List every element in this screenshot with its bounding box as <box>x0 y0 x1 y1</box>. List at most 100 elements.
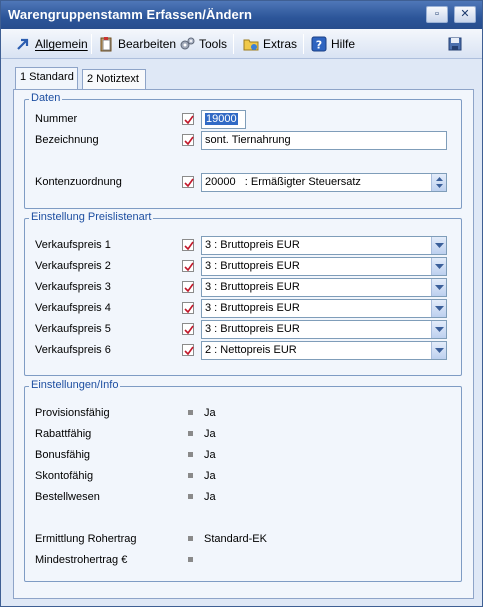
edit-check-icon <box>182 302 194 314</box>
floppy-disk-icon <box>447 36 463 52</box>
bezeichnung-input[interactable]: sont. Tiernahrung <box>201 131 447 150</box>
info-label: Rabattfähig <box>35 428 92 440</box>
verkaufspreis-label: Verkaufspreis 1 <box>35 239 111 251</box>
verkaufspreis-select[interactable]: 3 : Bruttopreis EUR <box>201 299 447 318</box>
bullet-icon <box>188 536 193 541</box>
info-label: Bonusfähig <box>35 449 91 461</box>
info-label: Provisionsfähig <box>35 407 110 419</box>
konten-spin-button[interactable] <box>431 174 446 191</box>
verkaufspreis-value: 3 : Bruttopreis EUR <box>205 323 300 335</box>
konten-value: 20000 : Ermäßigter Steuersatz <box>205 176 361 188</box>
menu-hilfe[interactable]: ? Hilfe <box>311 36 355 52</box>
group-preislistenart-title: Einstellung Preislistenart <box>29 211 154 223</box>
edit-check-icon <box>182 176 194 188</box>
close-button[interactable]: ✕ <box>454 6 476 23</box>
window-title: Warengruppenstamm Erfassen/Ändern <box>8 7 253 22</box>
konten-label: Kontenzuordnung <box>35 176 122 188</box>
nummer-label: Nummer <box>35 113 78 125</box>
clipboard-icon <box>98 36 114 52</box>
bullet-icon <box>188 494 193 499</box>
restore-icon: ▫ <box>435 8 439 20</box>
chevron-down-icon <box>435 243 444 248</box>
edit-check-icon <box>182 134 194 146</box>
verkaufspreis-select[interactable]: 3 : Bruttopreis EUR <box>201 257 447 276</box>
info-value: Ja <box>204 470 216 482</box>
menu-tools-label: Tools <box>199 37 228 52</box>
bezeichnung-label: Bezeichnung <box>35 134 99 146</box>
edit-check-icon <box>182 260 194 272</box>
dropdown-button[interactable] <box>431 237 446 254</box>
menu-bearbeiten-label: Bearbeiten <box>118 37 177 52</box>
menu-tools[interactable]: Tools <box>179 36 227 52</box>
restore-button[interactable]: ▫ <box>426 6 448 23</box>
up-down-arrows-icon <box>436 177 443 188</box>
verkaufspreis-label: Verkaufspreis 3 <box>35 281 111 293</box>
info-label: Ermittlung Rohertrag <box>35 533 137 545</box>
info-value: Ja <box>204 449 216 461</box>
edit-check-icon <box>182 323 194 335</box>
verkaufspreis-select[interactable]: 3 : Bruttopreis EUR <box>201 320 447 339</box>
tab-notiztext-label: 2 Notiztext <box>87 73 139 85</box>
bezeichnung-value: sont. Tiernahrung <box>205 134 291 146</box>
info-label: Mindestrohertrag € <box>35 554 128 566</box>
chevron-down-icon <box>435 264 444 269</box>
dropdown-button[interactable] <box>431 279 446 296</box>
info-label: Skontofähig <box>35 470 94 482</box>
menu-allgemein-label: Allgemein <box>35 37 88 52</box>
menu-bearbeiten[interactable]: Bearbeiten <box>98 36 176 52</box>
edit-check-icon <box>182 113 194 125</box>
verkaufspreis-label: Verkaufspreis 4 <box>35 302 111 314</box>
verkaufspreis-value: 2 : Nettopreis EUR <box>205 344 297 356</box>
edit-check-icon <box>182 344 194 356</box>
chevron-down-icon <box>435 327 444 332</box>
dropdown-button[interactable] <box>431 342 446 359</box>
folder-icon <box>243 36 259 52</box>
menu-separator <box>91 34 92 54</box>
info-value: Ja <box>204 407 216 419</box>
tab-standard[interactable]: 1 Standard <box>15 67 78 89</box>
save-button[interactable] <box>447 36 467 52</box>
info-value: Ja <box>204 428 216 440</box>
verkaufspreis-select[interactable]: 3 : Bruttopreis EUR <box>201 236 447 255</box>
chevron-down-icon <box>435 285 444 290</box>
group-daten-title: Daten <box>29 92 63 104</box>
menu-separator <box>303 34 304 54</box>
verkaufspreis-value: 3 : Bruttopreis EUR <box>205 239 300 251</box>
verkaufspreis-value: 3 : Bruttopreis EUR <box>205 281 300 293</box>
tab-notiztext[interactable]: 2 Notiztext <box>82 69 146 89</box>
nummer-value: 19000 <box>205 113 238 125</box>
close-icon: ✕ <box>460 8 470 20</box>
verkaufspreis-value: 3 : Bruttopreis EUR <box>205 260 300 272</box>
bullet-icon <box>188 557 193 562</box>
dropdown-button[interactable] <box>431 300 446 317</box>
menu-separator <box>233 34 234 54</box>
edit-check-icon <box>182 239 194 251</box>
edit-check-icon <box>182 281 194 293</box>
arrow-icon <box>15 36 31 52</box>
dropdown-button[interactable] <box>431 258 446 275</box>
verkaufspreis-select[interactable]: 3 : Bruttopreis EUR <box>201 278 447 297</box>
menu-hilfe-label: Hilfe <box>331 37 356 52</box>
menu-bar: Allgemein Bearbeiten Tools Extras ? Hilf… <box>1 29 482 59</box>
menu-extras[interactable]: Extras <box>243 36 297 52</box>
main-window: Warengruppenstamm Erfassen/Ändern ▫ ✕ Al… <box>0 0 483 607</box>
menu-extras-label: Extras <box>263 37 298 52</box>
dropdown-button[interactable] <box>431 321 446 338</box>
verkaufspreis-label: Verkaufspreis 6 <box>35 344 111 356</box>
menu-allgemein[interactable]: Allgemein <box>15 36 88 52</box>
info-label: Bestellwesen <box>35 491 100 503</box>
info-value: Ja <box>204 491 216 503</box>
chevron-down-icon <box>435 348 444 353</box>
nummer-input[interactable]: 19000 <box>201 110 246 129</box>
tab-standard-label: 1 Standard <box>20 71 74 83</box>
verkaufspreis-select[interactable]: 2 : Nettopreis EUR <box>201 341 447 360</box>
bullet-icon <box>188 452 193 457</box>
info-value: Standard-EK <box>204 533 267 545</box>
verkaufspreis-label: Verkaufspreis 5 <box>35 323 111 335</box>
help-icon: ? <box>311 36 327 52</box>
bullet-icon <box>188 473 193 478</box>
verkaufspreis-label: Verkaufspreis 2 <box>35 260 111 272</box>
title-bar[interactable]: Warengruppenstamm Erfassen/Ändern ▫ ✕ <box>1 1 482 29</box>
verkaufspreis-value: 3 : Bruttopreis EUR <box>205 302 300 314</box>
konten-select[interactable]: 20000 : Ermäßigter Steuersatz <box>201 173 447 192</box>
